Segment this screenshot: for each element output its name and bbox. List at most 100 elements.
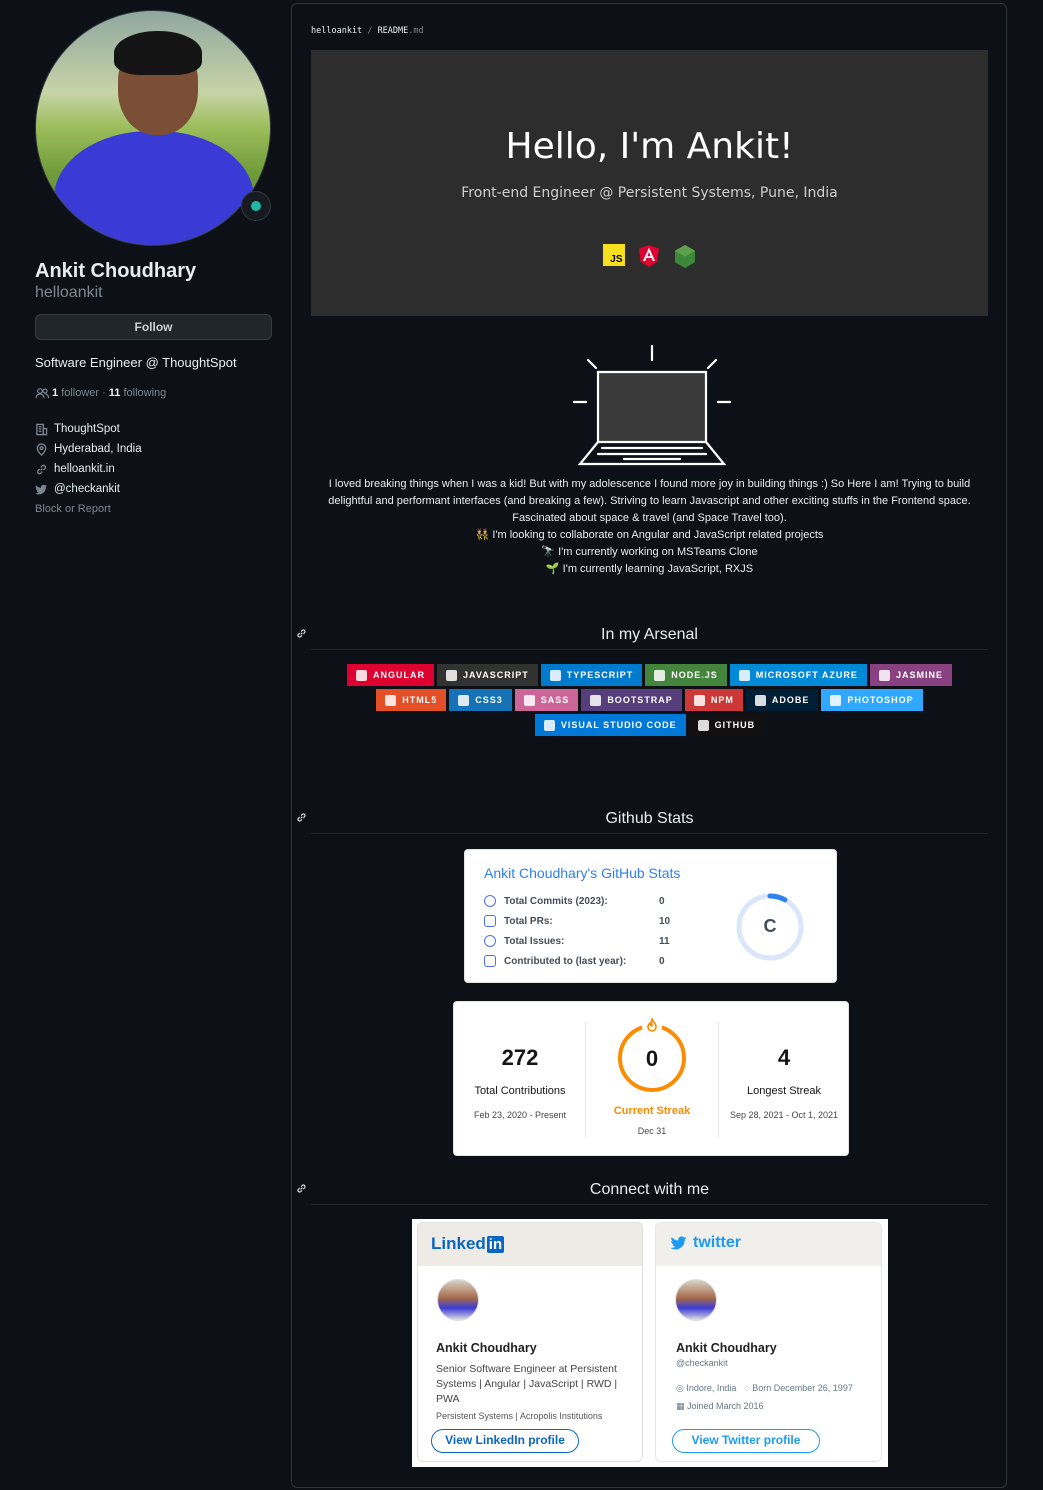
stat-issues: Total Issues: 11: [484, 935, 670, 947]
people-icon: [35, 388, 49, 399]
tech-badge: JavaScript: [437, 664, 538, 686]
readme-container: helloankit / README.md Hello, I'm Ankit!…: [291, 3, 1007, 1488]
longest-streak: 4 Longest Streak Sep 28, 2021 - Oct 1, 2…: [729, 1045, 839, 1120]
tech-badge: CSS3: [449, 689, 512, 711]
profile-name: Ankit Choudhary: [35, 260, 197, 282]
profile-details: ThoughtSpot Hyderabad, India helloankit.…: [35, 419, 142, 499]
badge-logo-icon: [549, 669, 561, 681]
linkedin-name: Ankit Choudhary: [436, 1341, 537, 1355]
about-collaborate: 👯 I'm looking to collaborate on Angular …: [475, 529, 824, 541]
profile-location: Hyderabad, India: [35, 439, 142, 459]
section-title: Github Stats: [605, 810, 694, 827]
tech-badge: GitHub: [688, 714, 765, 736]
status-emoji-icon[interactable]: [241, 191, 271, 221]
connect-cards: Linked in Ankit Choudhary Senior Software…: [412, 1219, 888, 1467]
badge-logo-icon: [878, 669, 890, 681]
twitter-born: ◌ Born December 26, 1997: [744, 1383, 853, 1393]
location-icon: [36, 442, 47, 456]
history-icon: [484, 895, 496, 907]
about-text: I loved breaking things when I was a kid…: [311, 476, 988, 578]
stat-contributed: Contributed to (last year): 0: [484, 955, 665, 967]
fire-icon: [647, 1018, 657, 1032]
anchor-link-icon[interactable]: [296, 1183, 307, 1194]
twitter-joined: ▦ Joined March 2016: [676, 1401, 764, 1411]
badge-logo-icon: [543, 719, 555, 731]
current-streak: 0 Current Streak Dec 31: [586, 1002, 718, 1155]
anchor-link-icon[interactable]: [296, 628, 307, 639]
twitter-card[interactable]: twitter Ankit Choudhary @checkankit ◎ In…: [655, 1222, 882, 1462]
tech-badge: ADOBE: [745, 689, 819, 711]
stat-prs: Total PRs: 10: [484, 915, 670, 927]
hero-subtitle: Front-end Engineer @ Persistent Systems,…: [461, 185, 838, 201]
linkedin-avatar: [437, 1279, 479, 1321]
rank-letter: C: [763, 916, 777, 936]
badge-logo-icon: [446, 669, 458, 681]
stat-commits: Total Commits (2023): 0: [484, 895, 665, 907]
link-icon: [36, 464, 47, 474]
view-linkedin-button[interactable]: View LinkedIn profile: [431, 1429, 579, 1453]
hero-title: Hello, I'm Ankit!: [505, 126, 794, 167]
twitter-bird-icon: [670, 1236, 687, 1249]
linkedin-card[interactable]: Linked in Ankit Choudhary Senior Software…: [417, 1222, 643, 1462]
badge-logo-icon: [830, 694, 842, 706]
badge-logo-icon: [356, 669, 368, 681]
organization-icon: [36, 423, 48, 435]
following-link[interactable]: 11 following: [109, 387, 167, 399]
section-title: In my Arsenal: [601, 626, 698, 643]
twitter-handle: @checkankit: [676, 1358, 728, 1368]
follow-stats: 1 follower · 11 following: [35, 387, 166, 399]
profile-login: helloankit: [35, 284, 103, 301]
twitter-logo-icon: twitter: [670, 1234, 741, 1252]
tech-badge: TypeScript: [540, 664, 643, 686]
total-contributions: 272 Total Contributions Feb 23, 2020 - P…: [473, 1045, 567, 1120]
twitter-location: ◎ Indore, India: [676, 1383, 737, 1393]
breadcrumb-repo[interactable]: helloankit: [311, 26, 362, 36]
hero-tech-icons: JS: [311, 244, 988, 268]
badge-logo-icon: [654, 669, 666, 681]
github-stats-card[interactable]: Ankit Choudhary's GitHub Stats Total Com…: [464, 849, 837, 983]
follow-button[interactable]: Follow: [35, 314, 272, 340]
section-connect: Connect with me: [297, 1177, 988, 1205]
breadcrumb-file: README: [377, 26, 409, 36]
badge-logo-icon: [697, 719, 709, 731]
view-twitter-button[interactable]: View Twitter profile: [672, 1429, 820, 1453]
twitter-avatar: [675, 1279, 717, 1321]
stats-card-title: Ankit Choudhary's GitHub Stats: [484, 865, 681, 881]
section-stats: Github Stats: [297, 806, 988, 834]
followers-link[interactable]: 1 follower: [52, 387, 99, 399]
profile-avatar[interactable]: [35, 10, 271, 246]
profile-website: helloankit.in: [35, 459, 142, 479]
twitter-bird-icon: [35, 484, 48, 494]
issue-icon: [484, 935, 496, 947]
nodejs-icon: [674, 245, 695, 268]
block-report-link[interactable]: Block or Report: [35, 503, 111, 515]
tech-badges: Angular JavaScript TypeScript Node.js Micros…: [311, 664, 988, 736]
hero-banner: Hello, I'm Ankit! Front-end Engineer @ P…: [311, 50, 988, 316]
laptop-illustration: [572, 344, 732, 466]
badge-logo-icon: [523, 694, 535, 706]
tech-badge: NPM: [684, 689, 743, 711]
section-arsenal: In my Arsenal: [297, 622, 988, 650]
tech-badge: Visual Studio Code: [534, 714, 686, 736]
pull-request-icon: [484, 915, 496, 927]
anchor-link-icon[interactable]: [296, 812, 307, 823]
tech-badge: SASS: [514, 689, 579, 711]
tech-badge: Bootstrap: [581, 689, 682, 711]
badge-logo-icon: [590, 694, 602, 706]
tech-badge: HTML5: [376, 689, 447, 711]
streak-stats-card[interactable]: 272 Total Contributions Feb 23, 2020 - P…: [453, 1001, 849, 1156]
linkedin-headline: Senior Software Engineer at Persistent S…: [436, 1363, 618, 1405]
badge-logo-icon: [693, 694, 705, 706]
profile-twitter: @checkankit: [35, 479, 142, 499]
badge-logo-icon: [385, 694, 397, 706]
badge-logo-icon: [458, 694, 470, 706]
profile-bio: Software Engineer @ ThoughtSpot: [35, 355, 237, 370]
profile-company: ThoughtSpot: [35, 419, 142, 439]
angular-icon: [638, 245, 659, 267]
badge-logo-icon: [738, 669, 750, 681]
badge-logo-icon: [754, 694, 766, 706]
twitter-name: Ankit Choudhary: [676, 1341, 777, 1355]
tech-badge: Angular: [347, 664, 435, 686]
linkedin-logo-icon: Linked in: [431, 1234, 505, 1253]
tech-badge: Node.js: [645, 664, 727, 686]
